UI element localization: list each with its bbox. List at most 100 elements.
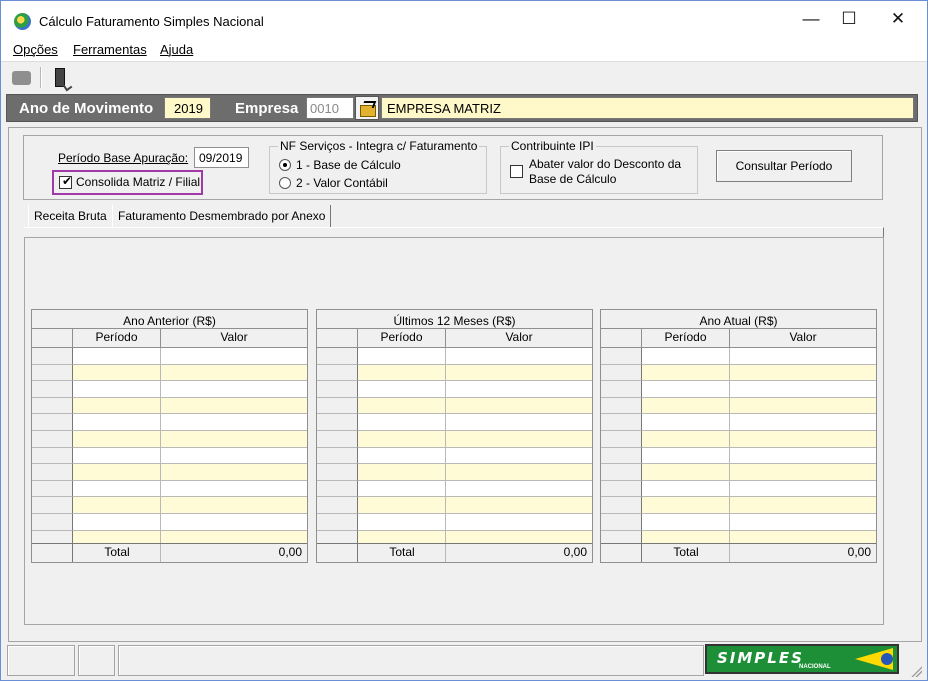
row-selector[interactable]: [601, 514, 642, 531]
row-selector[interactable]: [317, 364, 358, 382]
row-selector[interactable]: [601, 397, 642, 415]
table-row[interactable]: [32, 397, 307, 415]
periodo-cell[interactable]: [73, 514, 161, 531]
periodo-cell[interactable]: [73, 414, 161, 431]
periodo-cell[interactable]: [358, 480, 446, 498]
periodo-cell[interactable]: [642, 514, 730, 531]
periodo-cell[interactable]: [73, 447, 161, 465]
table-row[interactable]: [601, 480, 876, 498]
ano-movimento-field[interactable]: 2019: [164, 97, 211, 119]
row-selector[interactable]: [601, 497, 642, 514]
table-row[interactable]: [601, 431, 876, 448]
valor-cell[interactable]: [161, 397, 307, 415]
row-selector[interactable]: [32, 348, 73, 365]
abater-desconto-checkbox[interactable]: [510, 165, 523, 178]
print-icon[interactable]: [12, 71, 31, 85]
periodo-cell[interactable]: [73, 464, 161, 481]
row-selector[interactable]: [32, 381, 73, 398]
periodo-cell[interactable]: [358, 381, 446, 398]
valor-cell[interactable]: [446, 447, 592, 465]
row-selector[interactable]: [32, 414, 73, 431]
valor-cell[interactable]: [161, 348, 307, 365]
periodo-cell[interactable]: [358, 364, 446, 382]
periodo-field[interactable]: 09/2019: [194, 147, 249, 168]
empresa-name-field[interactable]: EMPRESA MATRIZ: [381, 97, 914, 119]
periodo-cell[interactable]: [642, 381, 730, 398]
table-row[interactable]: [32, 497, 307, 514]
valor-cell[interactable]: [446, 514, 592, 531]
valor-cell[interactable]: [446, 364, 592, 382]
row-selector[interactable]: [317, 381, 358, 398]
valor-column-header[interactable]: Valor: [161, 329, 307, 348]
table-row[interactable]: [317, 464, 592, 481]
row-selector[interactable]: [32, 480, 73, 498]
valor-cell[interactable]: [161, 447, 307, 465]
table-row[interactable]: [32, 431, 307, 448]
table-row[interactable]: [317, 480, 592, 498]
table-row[interactable]: [32, 464, 307, 481]
periodo-cell[interactable]: [358, 348, 446, 365]
valor-cell[interactable]: [446, 381, 592, 398]
periodo-cell[interactable]: [642, 480, 730, 498]
table-row[interactable]: [601, 464, 876, 481]
table-row[interactable]: [601, 447, 876, 465]
valor-cell[interactable]: [446, 431, 592, 448]
table-row[interactable]: [317, 364, 592, 382]
empresa-code-field[interactable]: 0010: [306, 97, 354, 119]
menu-opcoes[interactable]: Opções: [13, 42, 58, 57]
nf-option-1-label[interactable]: 1 - Base de Cálculo: [296, 158, 401, 172]
row-selector[interactable]: [32, 364, 73, 382]
row-selector[interactable]: [601, 480, 642, 498]
table-row[interactable]: [317, 414, 592, 431]
row-selector[interactable]: [32, 497, 73, 514]
valor-cell[interactable]: [730, 480, 876, 498]
periodo-column-header[interactable]: Período: [358, 329, 446, 348]
table-row[interactable]: [32, 381, 307, 398]
table-row[interactable]: [601, 381, 876, 398]
valor-column-header[interactable]: Valor: [730, 329, 876, 348]
valor-cell[interactable]: [730, 397, 876, 415]
row-selector[interactable]: [601, 348, 642, 365]
row-selector[interactable]: [601, 364, 642, 382]
nf-option-2-label[interactable]: 2 - Valor Contábil: [296, 176, 388, 190]
periodo-cell[interactable]: [73, 397, 161, 415]
row-selector[interactable]: [317, 397, 358, 415]
resize-grip-icon[interactable]: [910, 665, 922, 677]
valor-cell[interactable]: [161, 414, 307, 431]
table-row[interactable]: [317, 514, 592, 531]
row-selector[interactable]: [601, 447, 642, 465]
row-selector[interactable]: [317, 414, 358, 431]
periodo-cell[interactable]: [73, 497, 161, 514]
table-row[interactable]: [601, 364, 876, 382]
table-row[interactable]: [601, 497, 876, 514]
table-row[interactable]: [317, 431, 592, 448]
valor-cell[interactable]: [730, 381, 876, 398]
row-selector[interactable]: [32, 514, 73, 531]
periodo-cell[interactable]: [642, 364, 730, 382]
table-row[interactable]: [317, 447, 592, 465]
table-row[interactable]: [32, 447, 307, 465]
valor-cell[interactable]: [446, 348, 592, 365]
periodo-cell[interactable]: [358, 447, 446, 465]
table-row[interactable]: [601, 414, 876, 431]
consolida-checkbox[interactable]: ✔: [59, 175, 72, 189]
abater-desconto-label-line2[interactable]: Base de Cálculo: [529, 172, 616, 186]
periodo-cell[interactable]: [358, 414, 446, 431]
valor-cell[interactable]: [446, 397, 592, 415]
valor-cell[interactable]: [161, 364, 307, 382]
valor-cell[interactable]: [446, 480, 592, 498]
table-row[interactable]: [317, 381, 592, 398]
row-selector[interactable]: [317, 464, 358, 481]
periodo-cell[interactable]: [642, 464, 730, 481]
periodo-cell[interactable]: [73, 364, 161, 382]
periodo-cell[interactable]: [358, 464, 446, 481]
menu-ferramentas[interactable]: Ferramentas: [73, 42, 147, 57]
valor-cell[interactable]: [730, 431, 876, 448]
close-icon[interactable]: ✕: [875, 5, 921, 33]
valor-cell[interactable]: [730, 364, 876, 382]
periodo-cell[interactable]: [642, 414, 730, 431]
row-selector[interactable]: [601, 431, 642, 448]
row-selector[interactable]: [32, 447, 73, 465]
valor-cell[interactable]: [730, 514, 876, 531]
row-selector[interactable]: [601, 381, 642, 398]
